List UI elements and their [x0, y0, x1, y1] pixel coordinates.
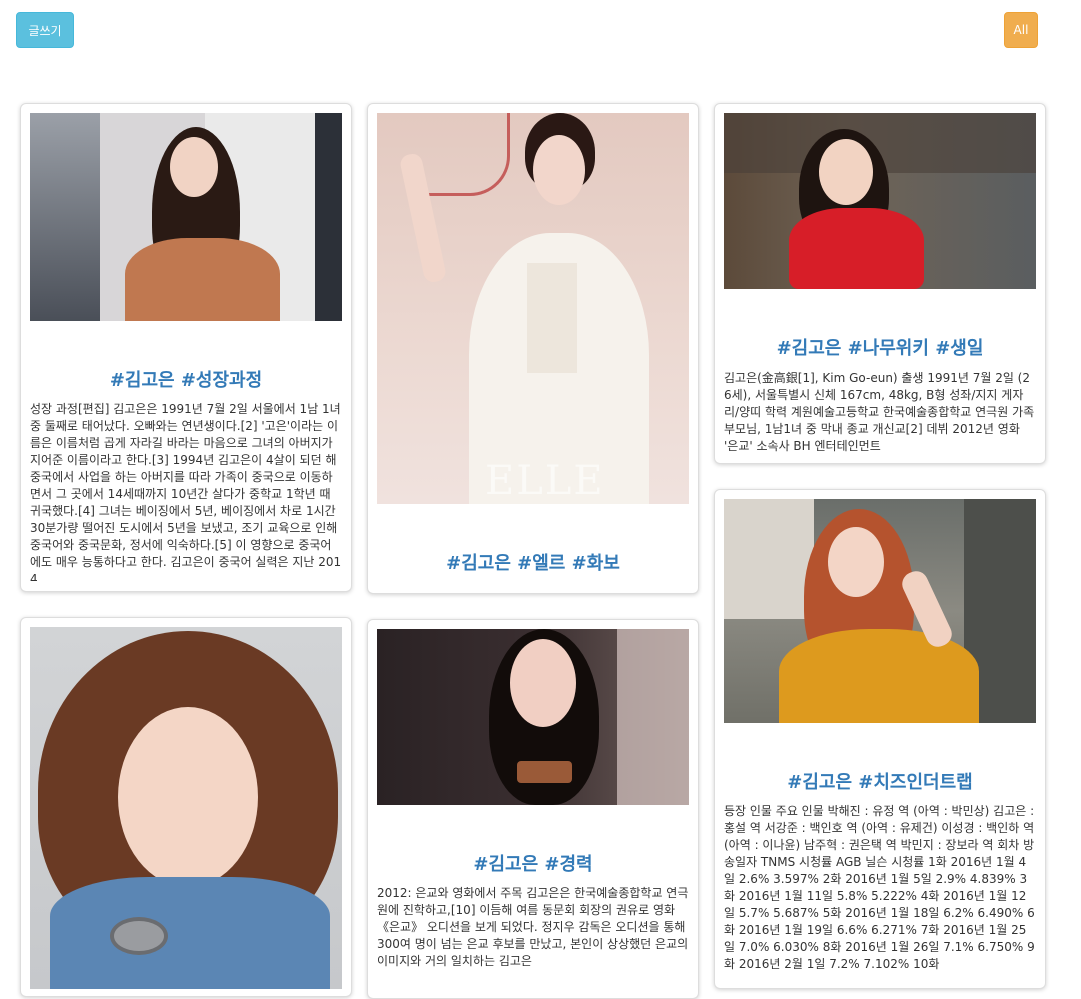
- post-title[interactable]: #김고은 #엘르 #화보: [374, 549, 692, 575]
- post-title[interactable]: #김고은 #치즈인더트랩: [721, 768, 1039, 794]
- post-photo: [724, 113, 1036, 289]
- post-title[interactable]: #김고은 #나무위키 #생일: [721, 334, 1039, 360]
- post-title[interactable]: #김고은 #성장과정: [27, 366, 345, 392]
- post-photo: [30, 113, 342, 321]
- post-card[interactable]: #김고은 #나무위키 #생일 김고은(金高銀[1], Kim Go-eun) 출…: [714, 103, 1046, 464]
- post-photo: [377, 629, 689, 805]
- post-photo: [30, 627, 342, 989]
- post-card[interactable]: ELLE #김고은 #엘르 #화보: [367, 103, 699, 594]
- post-excerpt: 김고은(金高銀[1], Kim Go-eun) 출생 1991년 7월 2일 (…: [724, 371, 1035, 453]
- post-card[interactable]: [20, 617, 352, 997]
- post-photo: [724, 499, 1036, 723]
- filter-all-button[interactable]: All: [1004, 12, 1038, 48]
- post-excerpt: 성장 과정[편집] 김고은은 1991년 7월 2일 서울에서 1남 1녀 중 …: [30, 402, 342, 581]
- write-button[interactable]: 글쓰기: [16, 12, 74, 48]
- post-card[interactable]: #김고은 #경력 2012: 은교와 영화에서 주목 김고은은 한국예술종합학교…: [367, 619, 699, 999]
- post-photo: ELLE: [377, 113, 689, 504]
- post-card[interactable]: #김고은 #성장과정 성장 과정[편집] 김고은은 1991년 7월 2일 서울…: [20, 103, 352, 592]
- post-card[interactable]: #김고은 #치즈인더트랩 등장 인물 주요 인물 박해진 : 유정 역 (아역 …: [714, 489, 1046, 989]
- post-excerpt: 2012: 은교와 영화에서 주목 김고은은 한국예술종합학교 연극원에 진학하…: [377, 886, 689, 968]
- post-excerpt: 등장 인물 주요 인물 박해진 : 유정 역 (아역 : 박민상) 김고은 : …: [724, 804, 1035, 971]
- post-title[interactable]: #김고은 #경력: [374, 850, 692, 876]
